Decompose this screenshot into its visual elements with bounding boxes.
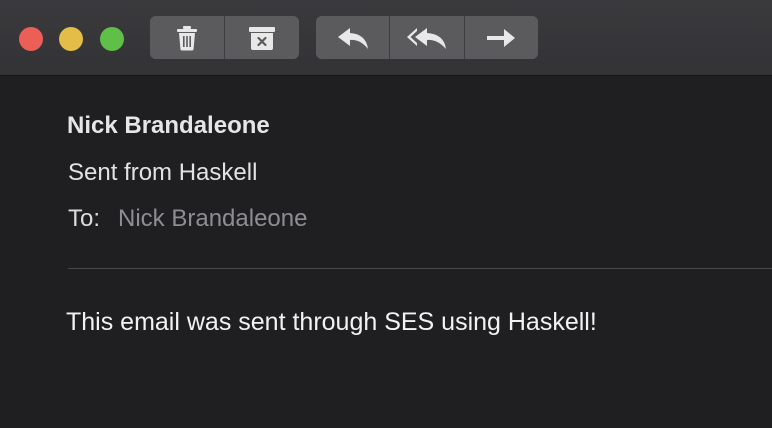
reply-all-icon: [406, 27, 446, 49]
mail-window: Nick Brandaleone Sent from Haskell To: N…: [0, 0, 772, 428]
forward-button[interactable]: [463, 16, 538, 59]
reply-button[interactable]: [316, 16, 390, 59]
close-window-button[interactable]: [19, 27, 43, 51]
recipient-name[interactable]: Nick Brandaleone: [118, 205, 307, 233]
message-body: This email was sent through SES using Ha…: [66, 308, 597, 336]
reply-forward-group: [316, 16, 538, 59]
archive-icon: [249, 26, 275, 50]
to-label: To:: [68, 205, 101, 232]
delete-button[interactable]: [150, 16, 224, 59]
sender-name: Nick Brandaleone: [67, 112, 270, 139]
zoom-window-button[interactable]: [100, 27, 124, 51]
forward-icon: [487, 28, 516, 47]
minimize-window-button[interactable]: [59, 27, 83, 51]
reply-all-button[interactable]: [389, 16, 464, 59]
reply-icon: [337, 27, 368, 49]
trash-icon: [177, 25, 197, 50]
recipient-row: To: Nick Brandaleone: [68, 205, 307, 233]
toolbar: [0, 0, 772, 76]
archive-button[interactable]: [224, 16, 299, 59]
header-divider: [68, 268, 772, 269]
delete-archive-group: [150, 16, 299, 59]
message-subject: Sent from Haskell: [68, 159, 258, 186]
